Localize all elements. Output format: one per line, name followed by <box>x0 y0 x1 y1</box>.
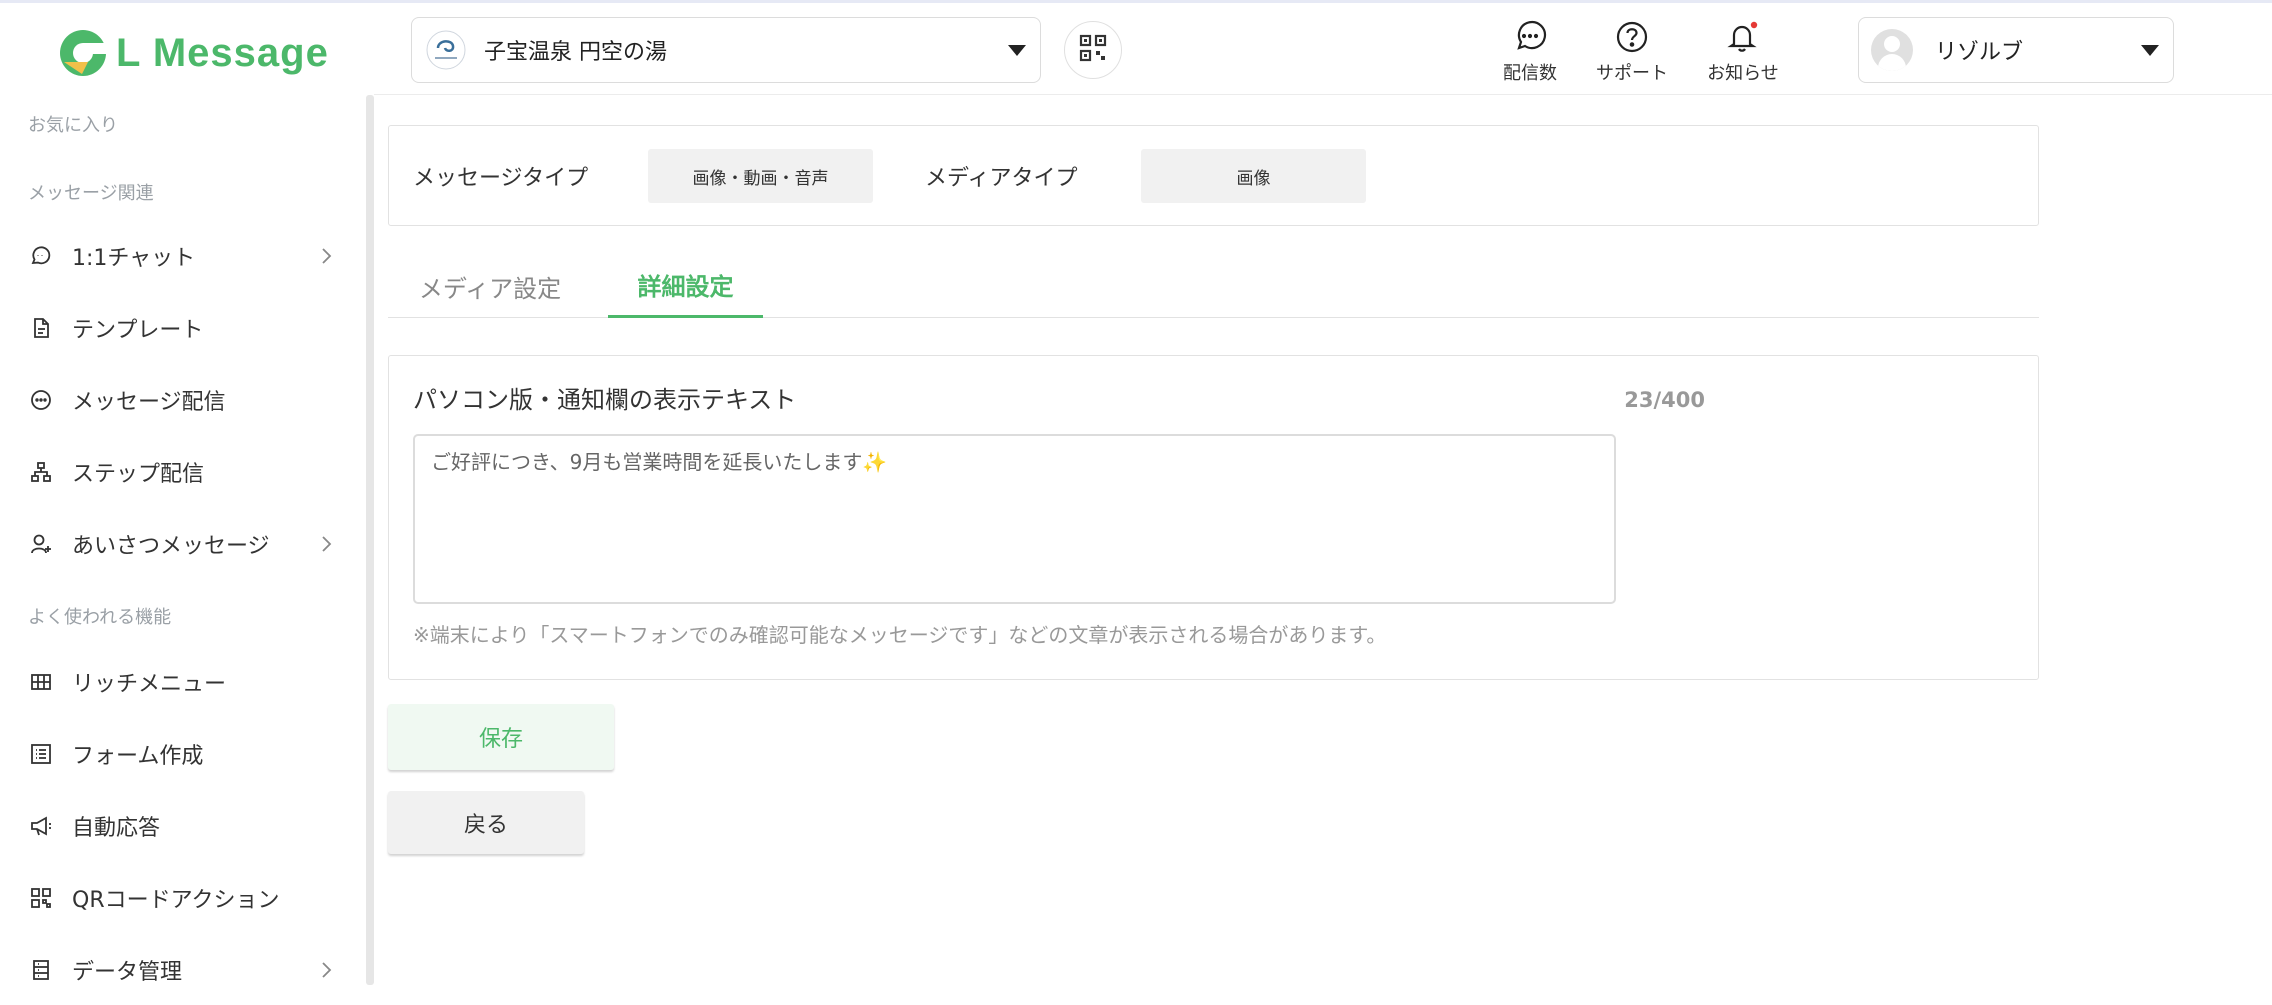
sidebar-item-qr-action[interactable]: QRコードアクション <box>28 878 338 918</box>
document-icon <box>28 315 54 341</box>
sidebar-item-label: データ管理 <box>72 960 183 985</box>
qr-code-icon <box>28 885 54 911</box>
display-text-note: ※端末により「スマートフォンでのみ確認可能なメッセージです」などの文章が表示され… <box>413 623 1387 647</box>
save-button[interactable]: 保存 <box>388 704 614 770</box>
support-button[interactable]: サポート <box>1587 19 1677 85</box>
sidebar-item-label: あいさつメッセージ <box>72 534 270 559</box>
tab-media-settings[interactable]: メディア設定 <box>388 254 592 318</box>
character-counter: 23/400 <box>1624 388 1705 412</box>
media-type-label: メディアタイプ <box>925 166 1078 191</box>
bell-icon <box>1725 19 1761 55</box>
help-icon <box>1615 19 1649 55</box>
display-text-label: パソコン版・通知欄の表示テキスト <box>413 386 797 414</box>
sidebar-item-data-management[interactable]: データ管理 <box>28 950 338 990</box>
message-broadcast-icon <box>28 387 54 413</box>
section-favorites: お気に入り <box>28 115 118 136</box>
sidebar-item-label: QRコードアクション <box>72 888 280 913</box>
account-logo-icon <box>426 30 466 70</box>
user-name: リゾルブ <box>1935 40 2024 65</box>
back-button[interactable]: 戻る <box>388 791 584 854</box>
chevron-right-icon <box>314 532 338 556</box>
user-menu[interactable]: リゾルブ <box>1858 17 2174 83</box>
sidebar-item-label: リッチメニュー <box>72 672 227 697</box>
chevron-right-icon <box>314 958 338 982</box>
section-frequent: よく使われる機能 <box>28 607 172 628</box>
caret-down-icon <box>2141 45 2159 56</box>
broadcast-count-label: 配信数 <box>1503 63 1557 84</box>
logo-icon <box>58 28 108 78</box>
sidebar-item-label: ステップ配信 <box>72 462 205 487</box>
detail-settings-card: パソコン版・通知欄の表示テキスト 23/400 ご好評につき、9月も営業時間を延… <box>388 355 2039 680</box>
sidebar-item-template[interactable]: テンプレート <box>28 308 338 348</box>
tab-detail-settings[interactable]: 詳細設定 <box>608 254 763 318</box>
sidebar: L Message お気に入り メッセージ関連 1:1チャット テンプレート メ… <box>0 3 374 1005</box>
account-selector[interactable]: 子宝温泉 円空の湯 <box>411 17 1041 83</box>
notifications-button[interactable]: お知らせ <box>1698 19 1788 85</box>
settings-tabs: メディア設定 詳細設定 <box>388 254 2039 318</box>
database-icon <box>28 957 54 983</box>
support-label: サポート <box>1596 63 1668 84</box>
megaphone-icon <box>28 813 54 839</box>
grid-menu-icon <box>28 669 54 695</box>
message-type-label: メッセージタイプ <box>413 166 589 191</box>
section-message: メッセージ関連 <box>28 183 154 204</box>
step-hierarchy-icon <box>28 459 54 485</box>
user-add-icon <box>28 531 54 557</box>
form-list-icon <box>28 741 54 767</box>
qr-code-icon <box>1078 33 1108 67</box>
sidebar-item-greeting[interactable]: あいさつメッセージ <box>28 524 338 564</box>
notifications-label: お知らせ <box>1707 63 1779 84</box>
chevron-right-icon <box>314 244 338 268</box>
qr-code-button[interactable] <box>1064 21 1122 79</box>
sidebar-item-label: メッセージ配信 <box>72 390 226 415</box>
chat-icon <box>28 243 54 269</box>
sidebar-item-message-broadcast[interactable]: メッセージ配信 <box>28 380 338 420</box>
sidebar-item-chat[interactable]: 1:1チャット <box>28 236 338 276</box>
message-type-card: メッセージタイプ 画像・動画・音声 メディアタイプ 画像 <box>388 125 2039 226</box>
broadcast-count-button[interactable]: 配信数 <box>1485 19 1575 85</box>
sidebar-scrollbar[interactable] <box>366 95 374 985</box>
sidebar-item-label: 自動応答 <box>72 816 161 841</box>
sidebar-item-rich-menu[interactable]: リッチメニュー <box>28 662 338 702</box>
speech-bubble-icon <box>1513 19 1547 55</box>
sidebar-item-form[interactable]: フォーム作成 <box>28 734 338 774</box>
avatar <box>1871 29 1913 71</box>
media-type-value: 画像 <box>1141 149 1366 203</box>
top-header: 子宝温泉 円空の湯 配信数 サポート お知らせ リゾルブ <box>374 3 2272 95</box>
caret-down-icon <box>1008 45 1026 56</box>
sidebar-item-label: テンプレート <box>72 318 204 343</box>
account-name: 子宝温泉 円空の湯 <box>484 40 667 65</box>
brand-name: L Message <box>116 30 329 75</box>
sidebar-item-label: フォーム作成 <box>72 744 204 769</box>
sidebar-item-auto-reply[interactable]: 自動応答 <box>28 806 338 846</box>
brand-logo[interactable]: L Message <box>58 25 329 81</box>
display-text-input[interactable]: ご好評につき、9月も営業時間を延長いたします✨ <box>413 434 1616 604</box>
sidebar-item-label: 1:1チャット <box>72 246 196 271</box>
message-type-value: 画像・動画・音声 <box>648 149 873 203</box>
sidebar-item-step-broadcast[interactable]: ステップ配信 <box>28 452 338 492</box>
